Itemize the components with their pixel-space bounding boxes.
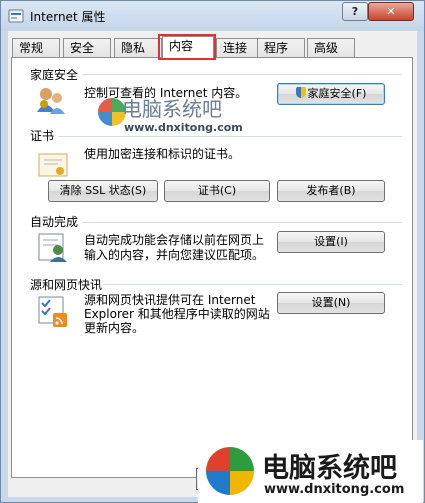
feeds-icon — [38, 296, 67, 327]
title-bar[interactable]: Internet 属性 ? ✕ — [1, 1, 424, 31]
feeds-settings-button[interactable]: 设置(N) — [277, 292, 385, 314]
tab-advanced[interactable]: 高级 — [307, 38, 355, 58]
autocomplete-description-line1: 自动完成功能会存储以前在网页上 — [84, 233, 265, 247]
feeds-title: 源和网页快讯 — [30, 278, 103, 292]
tab-programs[interactable]: 程序 — [257, 38, 305, 58]
tab-general[interactable]: 常规 — [12, 38, 60, 58]
autocomplete-separator — [82, 222, 402, 223]
certificates-title: 证书 — [30, 129, 55, 143]
family-safety-separator — [82, 74, 402, 75]
watermark-brand-large: 电脑系统吧 — [262, 453, 397, 484]
autocomplete-title: 自动完成 — [30, 215, 79, 229]
help-button[interactable]: ? — [342, 2, 368, 21]
feeds-separator — [104, 284, 402, 285]
shield-icon — [295, 87, 306, 98]
watermark-brand-small: 电脑系统吧 — [122, 97, 222, 121]
tab-privacy[interactable]: 隐私 — [114, 38, 162, 58]
publishers-button[interactable]: 发布者(B) — [277, 180, 385, 202]
watermark-url-small: www.dnxitong.com — [124, 121, 243, 134]
watermark-url-large: www.dnxitong.com — [264, 482, 405, 497]
internet-options-icon — [8, 9, 24, 23]
feeds-description-line1: 源和网页快讯提供可在 Internet — [84, 293, 256, 307]
family-safety-button-label: 家庭安全(F) — [307, 87, 367, 100]
autocomplete-settings-button[interactable]: 设置(I) — [277, 231, 385, 253]
certificate-icon — [38, 153, 68, 177]
tab-highlight-box — [158, 34, 216, 60]
family-safety-button[interactable]: 家庭安全(F) — [277, 83, 385, 105]
family-users-icon — [37, 88, 65, 114]
window-title: Internet 属性 — [30, 10, 106, 24]
watermark-logo-large — [206, 447, 254, 495]
close-button[interactable]: ✕ — [368, 2, 414, 21]
autocomplete-description-line2: 输入的内容，并向您建议匹配项。 — [84, 248, 265, 262]
certificates-separator — [58, 136, 402, 137]
autocomplete-icon — [38, 233, 67, 262]
tab-connections[interactable]: 连接 — [216, 38, 262, 58]
feeds-description-line3: 更新内容。 — [84, 321, 145, 335]
feeds-description-line2: Explorer 和其他程序中读取的网站 — [84, 307, 270, 321]
certificates-description: 使用加密连接和标识的证书。 — [84, 147, 241, 161]
tab-security[interactable]: 安全 — [63, 38, 111, 58]
clear-ssl-button[interactable]: 清除 SSL 状态(S) — [48, 180, 158, 202]
certificates-button[interactable]: 证书(C) — [164, 180, 270, 202]
family-safety-title: 家庭安全 — [30, 68, 79, 82]
